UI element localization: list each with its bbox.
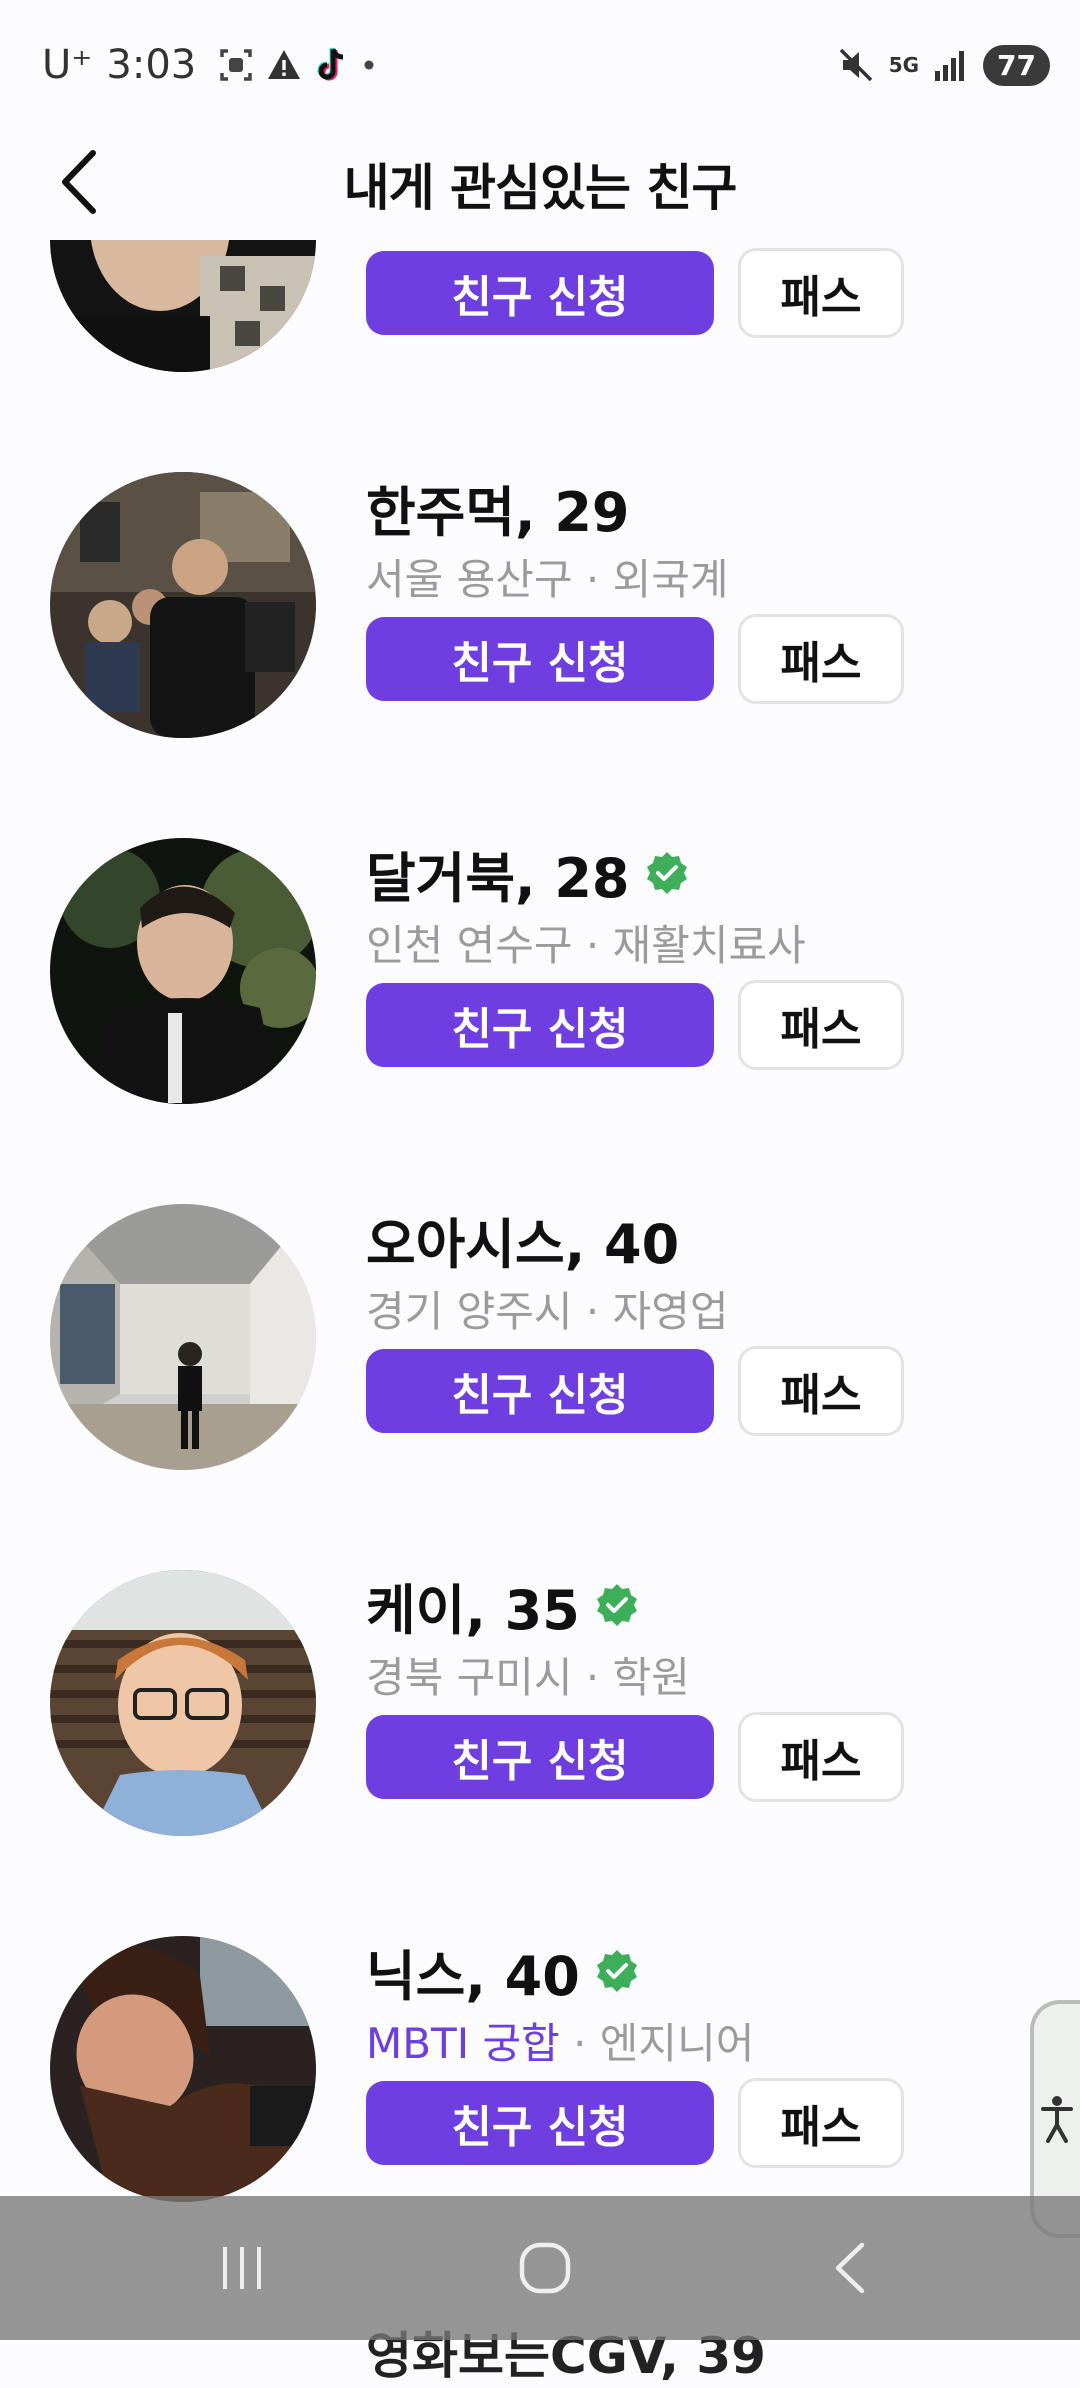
tiktok-icon: [317, 48, 344, 81]
screenshot-icon: [220, 49, 252, 81]
pass-button[interactable]: 패스: [738, 1346, 904, 1436]
status-bar: U⁺ 3:03 5G 77: [0, 0, 1080, 130]
pass-button[interactable]: 패스: [738, 1712, 904, 1802]
status-left: U⁺ 3:03: [42, 40, 376, 90]
profile-name: 닉스, 40: [366, 1944, 580, 2008]
friend-request-button[interactable]: 친구 신청: [366, 617, 714, 701]
notification-icons: [218, 46, 376, 84]
profile-avatar[interactable]: [50, 1936, 316, 2202]
recent-apps-button[interactable]: [182, 2196, 302, 2340]
home-button[interactable]: [485, 2196, 605, 2340]
signal-icon: [935, 51, 965, 81]
system-navigation-bar: [0, 2196, 1080, 2340]
profile-card: 달거북, 28 인천 연수구 · 재활치료사 친구 신청 패스: [0, 838, 1080, 1138]
profile-detail: 서울 용산구 · 외국계: [366, 555, 729, 604]
profile-name: 오아시스, 40: [366, 1212, 680, 1276]
profile-avatar[interactable]: [50, 240, 316, 372]
profile-card: 닉스, 40 MBTI 궁합 · 엔지니어 친구 신청 패스: [0, 1936, 1080, 2236]
warning-icon: [268, 50, 301, 79]
profile-card: 한주먹, 29 서울 용산구 · 외국계 친구 신청 패스: [0, 472, 1080, 772]
page-title: 내게 관심있는 친구: [343, 159, 738, 217]
friend-request-button[interactable]: 친구 신청: [366, 2081, 714, 2165]
profile-list[interactable]: 친구 신청 패스 한주먹, 29 서울 용산구 · 외국계 친구 신청 패스 달…: [0, 240, 1080, 2240]
profile-avatar[interactable]: [50, 838, 316, 1104]
friend-request-button[interactable]: 친구 신청: [366, 251, 714, 335]
back-icon: [835, 2242, 865, 2294]
friend-request-button[interactable]: 친구 신청: [366, 1715, 714, 1799]
status-time: 3:03: [106, 42, 197, 88]
top-app-bar: 내게 관심있는 친구: [0, 130, 1080, 240]
profile-detail-text: · 엔지니어: [559, 2019, 755, 2068]
profile-name-line: 달거북, 28: [366, 838, 690, 910]
profile-name: 달거북, 28: [366, 846, 630, 910]
profile-name-line: 케이, 35: [366, 1570, 640, 1642]
profile-avatar[interactable]: [50, 1570, 316, 1836]
profile-name: 한주먹, 29: [366, 480, 630, 544]
friend-request-button[interactable]: 친구 신청: [366, 983, 714, 1067]
check-badge-icon: [596, 1950, 637, 1992]
battery-level: 77: [997, 48, 1036, 82]
battery-indicator: 77: [983, 44, 1050, 86]
profile-detail: 경기 양주시 · 자영업: [366, 1287, 729, 1336]
friend-request-button[interactable]: 친구 신청: [366, 1349, 714, 1433]
carrier-label: U⁺: [42, 42, 93, 88]
system-back-button[interactable]: [790, 2196, 910, 2340]
pass-button[interactable]: 패스: [738, 980, 904, 1070]
profile-avatar[interactable]: [50, 1204, 316, 1470]
profile-name: 케이, 35: [366, 1578, 580, 1642]
home-icon: [519, 2242, 571, 2294]
profile-card: 케이, 35 경북 구미시 · 학원 친구 신청 패스: [0, 1570, 1080, 1870]
network-label: 5G: [888, 53, 920, 77]
check-badge-icon: [646, 852, 687, 894]
profile-detail: 경북 구미시 · 학원: [366, 1653, 690, 1702]
pass-button[interactable]: 패스: [738, 614, 904, 704]
accessibility-icon: [1041, 2096, 1073, 2143]
profile-detail: MBTI 궁합 · 엔지니어: [366, 2010, 754, 2071]
mbti-match-label: MBTI 궁합: [366, 2019, 560, 2068]
profile-card: 친구 신청 패스: [0, 240, 1080, 406]
pass-button[interactable]: 패스: [738, 2078, 904, 2168]
profile-card: 오아시스, 40 경기 양주시 · 자영업 친구 신청 패스: [0, 1204, 1080, 1504]
check-badge-icon: [596, 1584, 637, 1626]
profile-avatar[interactable]: [50, 472, 316, 738]
profile-detail: 인천 연수구 · 재활치료사: [366, 921, 806, 970]
pass-button[interactable]: 패스: [738, 248, 904, 338]
recent-apps-icon: [223, 2247, 261, 2289]
profile-name-line: 한주먹, 29: [366, 472, 630, 544]
mute-icon: [839, 48, 872, 82]
profile-name-line: 오아시스, 40: [366, 1204, 679, 1276]
more-notifications-icon: [364, 60, 374, 70]
status-right: 5G 77: [837, 40, 1050, 90]
profile-name-line: 닉스, 40: [366, 1936, 640, 2008]
